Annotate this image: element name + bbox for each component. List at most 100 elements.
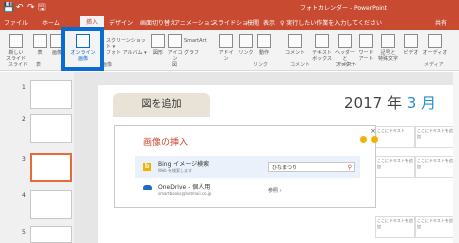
tab-animations[interactable]: アニメーション xyxy=(174,18,216,27)
calendar-month: 3 月 xyxy=(406,94,437,112)
video-label: ビデオ xyxy=(403,50,419,56)
textbox-icon xyxy=(315,34,329,48)
calendar-cell: ここにテキストを追加 xyxy=(415,216,455,238)
tab-home[interactable]: ホーム xyxy=(42,18,60,27)
tab-review[interactable]: 校閲 xyxy=(247,18,259,27)
omega-icon xyxy=(381,34,395,48)
calendar-cell: ここにテキスト xyxy=(375,126,415,148)
wordart-label: ワード アート xyxy=(358,50,374,62)
onedrive-row-subtitle: smartbooks@hotmail.co.jp xyxy=(158,191,212,196)
calendar-year: 2017 年 xyxy=(344,94,402,112)
icons-icon xyxy=(168,34,182,48)
send-a-smile-icon[interactable] xyxy=(360,136,367,143)
addins-label: アドイン xyxy=(218,50,234,62)
photo-album-button[interactable]: フォト アルバム ▾ xyxy=(106,50,148,56)
calendar-cell: ここにテキストを追加 xyxy=(375,216,415,238)
shapes-label: 図形 xyxy=(152,50,163,56)
action-label: 動作 xyxy=(258,50,269,56)
link-icon xyxy=(239,34,253,48)
thumb-number-1: 1 xyxy=(22,84,26,91)
audio-button[interactable]: オーディオ xyxy=(422,34,448,56)
group-label-links: リンク xyxy=(253,62,269,68)
table-label: 表 xyxy=(37,50,43,56)
addins-icon xyxy=(219,34,233,48)
calendar-date: 2017 年 3 月 xyxy=(344,92,436,113)
comment-icon xyxy=(288,34,302,48)
icons-button[interactable]: アイコン xyxy=(167,34,183,62)
video-icon xyxy=(404,34,418,48)
wordart-icon xyxy=(359,34,373,48)
search-icon[interactable]: ⚲ xyxy=(348,163,352,173)
calendar-cell: ここにテキストを追加 xyxy=(375,156,415,178)
group-label-text: テキスト xyxy=(337,62,357,68)
table-button[interactable]: 表 xyxy=(32,34,48,56)
video-button[interactable]: ビデオ xyxy=(402,34,420,56)
share-button[interactable]: 共有 xyxy=(435,18,447,27)
dialog-title: 画像の挿入 xyxy=(143,138,189,148)
online-pictures-highlight xyxy=(61,27,104,71)
add-figure-placeholder[interactable]: 図を追加 xyxy=(113,93,210,117)
redo-icon[interactable]: ↷ xyxy=(27,2,35,14)
bing-search-value: ひなまつり xyxy=(272,165,298,171)
screenshot-button[interactable]: スクリーンショット ▾ xyxy=(106,38,148,50)
browse-link[interactable]: 参照 › xyxy=(268,187,282,194)
shapes-button[interactable]: 図形 xyxy=(150,34,166,56)
slide-thumbnail-2[interactable] xyxy=(30,114,72,143)
tab-view[interactable]: 表示 xyxy=(263,18,275,27)
tell-me-search[interactable]: ♀ 実行したい作業を入力してください xyxy=(280,18,382,27)
calendar-cell: ここにテキストを追加 xyxy=(415,156,455,178)
bing-icon: b xyxy=(143,163,151,171)
wordart-button[interactable]: ワード アート xyxy=(357,34,375,62)
thumb-number-3: 3 xyxy=(22,156,26,163)
start-from-beginning-icon[interactable]: 🖫 xyxy=(38,2,46,14)
thumb-number-5: 5 xyxy=(22,229,26,236)
link-label: リンク xyxy=(238,50,254,56)
action-button[interactable]: 動作 xyxy=(256,34,272,56)
tab-transitions[interactable]: 画面切り替え xyxy=(140,18,176,27)
chart-button[interactable]: グラフ xyxy=(184,50,214,56)
undo-icon[interactable]: ↶ xyxy=(16,2,24,14)
group-label-tables: 表 xyxy=(36,62,42,68)
new-slide-button[interactable]: 新しい スライド xyxy=(4,34,28,62)
slide-thumbnail-1[interactable] xyxy=(30,80,72,109)
bing-search-input[interactable]: ひなまつり ⚲ xyxy=(268,162,355,172)
group-label-slides: スライド xyxy=(8,62,29,68)
table-icon xyxy=(33,34,47,48)
action-icon xyxy=(257,34,271,48)
link-button[interactable]: リンク xyxy=(238,34,254,56)
vertical-scrollbar[interactable] xyxy=(453,72,459,243)
thumb-number-4: 4 xyxy=(22,192,26,199)
symbols-button[interactable]: 記号と 特殊文字 xyxy=(377,34,399,62)
shapes-icon xyxy=(151,34,165,48)
close-icon[interactable]: × xyxy=(370,127,376,135)
symbols-label: 記号と 特殊文字 xyxy=(377,50,398,62)
audio-label: オーディオ xyxy=(422,50,448,56)
textbox-button[interactable]: テキスト ボックス xyxy=(311,34,333,62)
cloud-icon xyxy=(143,185,152,190)
bing-row-title: Bing イメージ検索 xyxy=(158,161,210,168)
thumb-number-2: 2 xyxy=(22,116,26,123)
bing-row-subtitle: Web を検索します xyxy=(158,168,192,173)
send-a-frown-icon[interactable] xyxy=(371,136,378,143)
slide-thumbnail-3[interactable] xyxy=(30,153,72,182)
header-footer-icon xyxy=(338,34,352,48)
title-bar: 💾 ↶ ↷ 🖫 フォトカレンダー - PowerPoint xyxy=(0,0,459,16)
calendar-cell: ここにテキストを追加 xyxy=(415,126,455,148)
group-label-media: メディア xyxy=(424,62,444,68)
comment-label: コメント xyxy=(285,50,306,56)
tab-design[interactable]: デザイン xyxy=(109,18,133,27)
addins-button[interactable]: アドイン xyxy=(218,34,234,62)
speaker-icon xyxy=(428,34,442,48)
group-label-illustrations: 図 xyxy=(172,62,178,68)
tab-file[interactable]: ファイル xyxy=(4,18,28,27)
slide-thumbnail-5[interactable] xyxy=(30,226,72,243)
group-label-comments: コメント xyxy=(290,62,311,68)
textbox-label: テキスト ボックス xyxy=(312,50,332,62)
onedrive-row-title: OneDrive - 個人用 xyxy=(158,184,211,191)
comment-button[interactable]: コメント xyxy=(285,34,305,56)
smartart-button[interactable]: SmartArt xyxy=(184,38,214,44)
new-slide-icon xyxy=(9,34,23,48)
save-icon[interactable]: 💾 xyxy=(3,2,14,14)
window-title: フォトカレンダー - PowerPoint xyxy=(300,5,388,12)
slide-thumbnail-4[interactable] xyxy=(30,190,72,219)
